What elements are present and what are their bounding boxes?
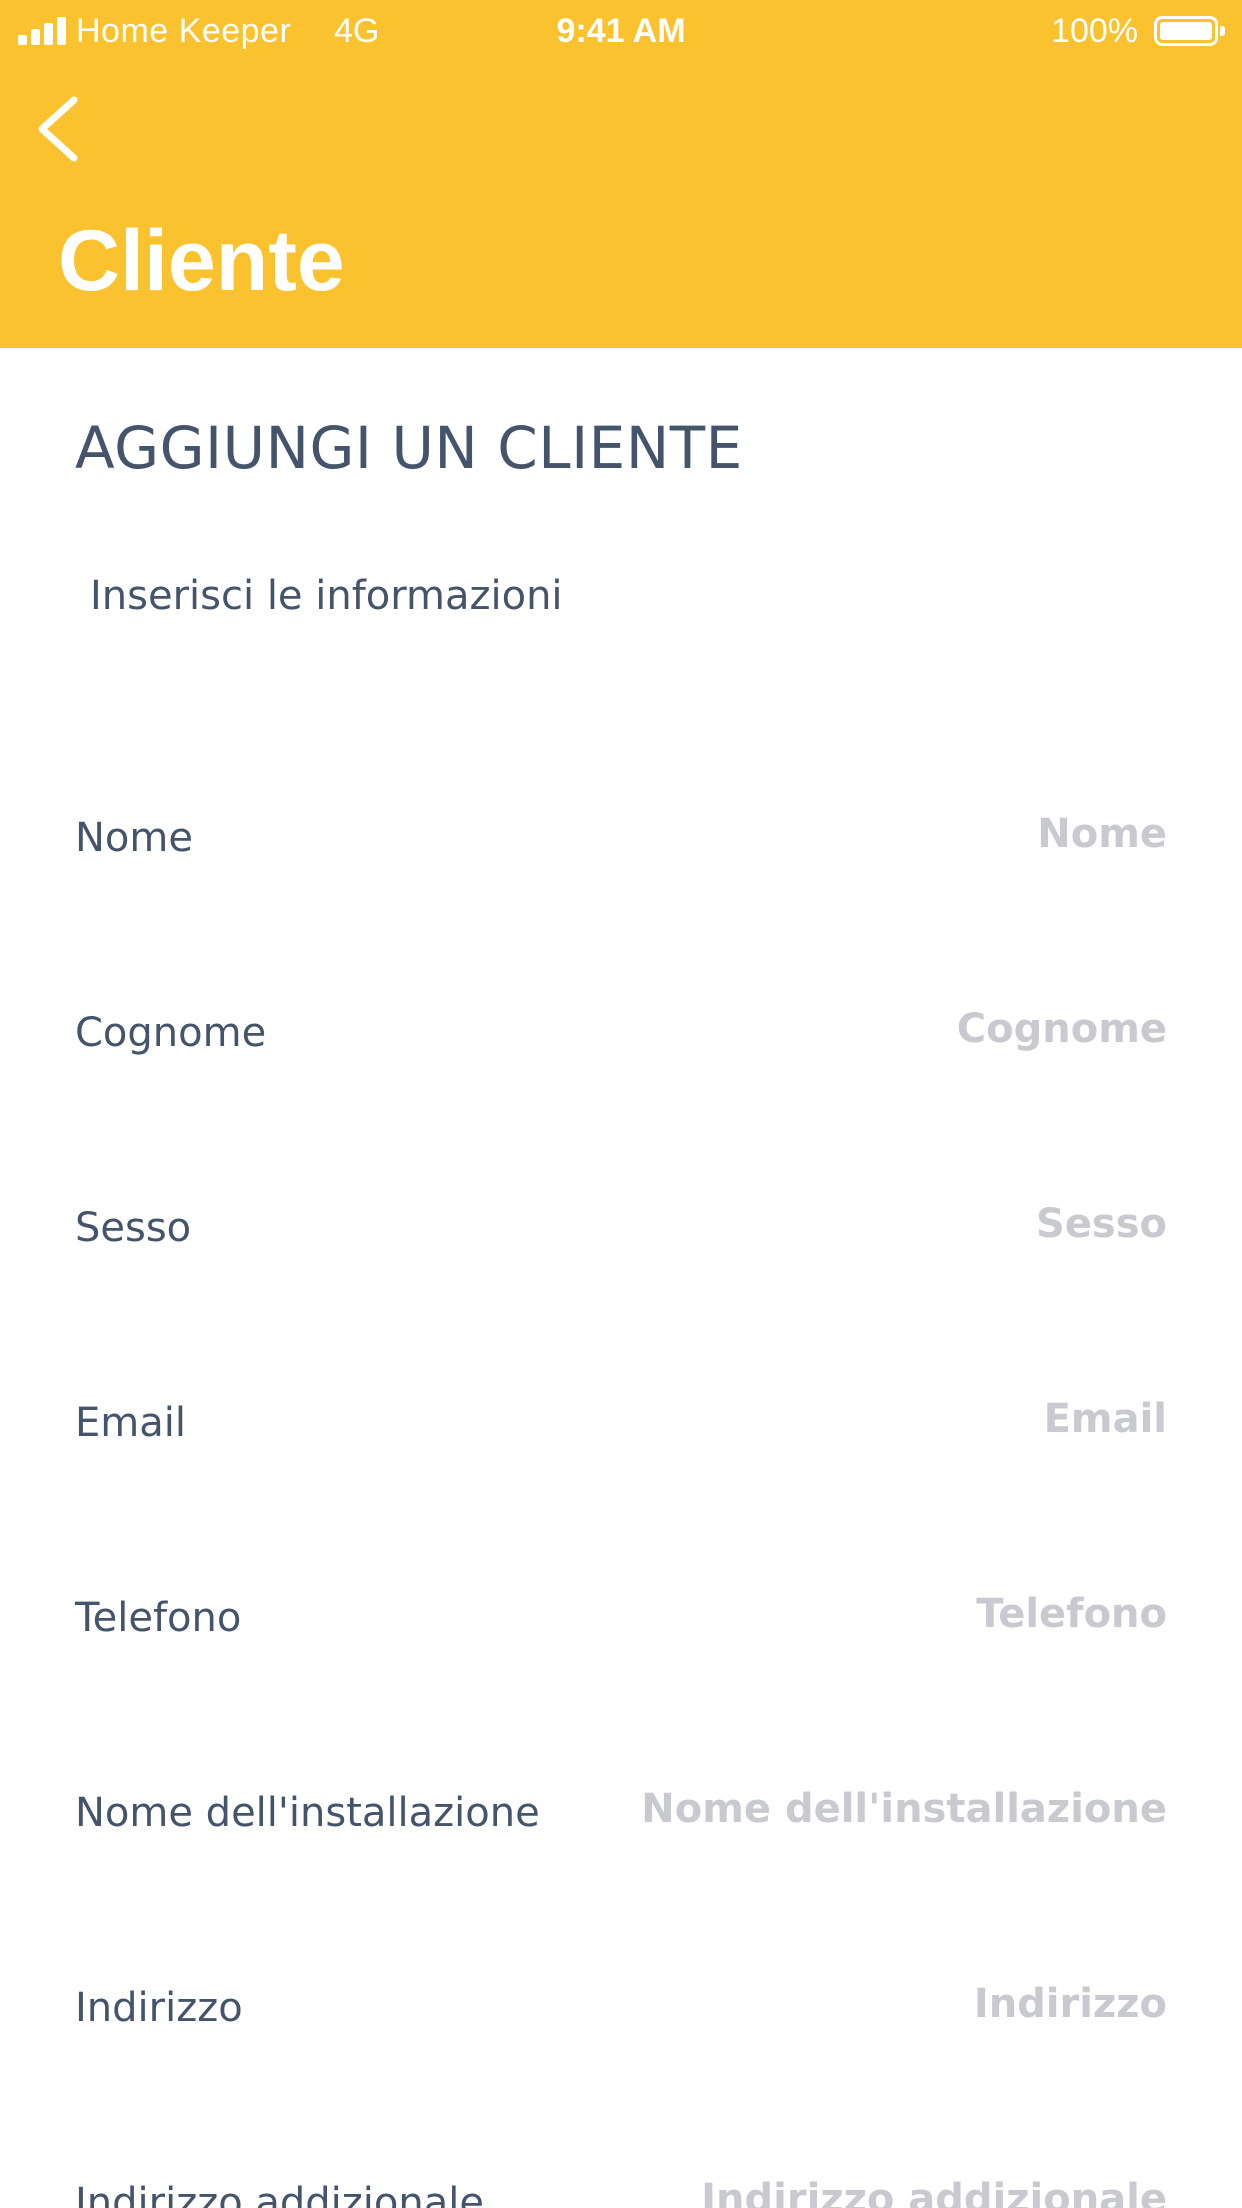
field-label-telefono: Telefono xyxy=(75,1595,242,1641)
page-title: Cliente xyxy=(58,213,345,309)
field-label-cognome: Cognome xyxy=(75,1010,267,1056)
field-label-nome-installazione: Nome dell'installazione xyxy=(75,1790,540,1836)
telefono-input[interactable] xyxy=(607,1584,1167,1644)
cognome-input[interactable] xyxy=(607,999,1167,1059)
battery-icon xyxy=(1154,16,1226,46)
chevron-left-icon xyxy=(38,96,78,162)
sesso-input[interactable] xyxy=(607,1194,1167,1254)
field-row-telefono: Telefono xyxy=(75,1584,1167,1648)
field-label-indirizzo: Indirizzo xyxy=(75,1985,243,2031)
field-row-indirizzo: Indirizzo xyxy=(75,1974,1167,2038)
field-row-nome: Nome xyxy=(75,804,1167,868)
field-label-email: Email xyxy=(75,1400,186,1446)
field-row-email: Email xyxy=(75,1389,1167,1453)
field-label-nome: Nome xyxy=(75,815,193,861)
field-label-indirizzo-addizionale: Indirizzo addizionale xyxy=(75,2180,484,2208)
email-input[interactable] xyxy=(607,1389,1167,1449)
back-button[interactable] xyxy=(24,86,96,172)
header: Home Keeper 4G 9:41 AM 100% Cliente xyxy=(0,0,1242,348)
field-row-cognome: Cognome xyxy=(75,999,1167,1063)
field-row-sesso: Sesso xyxy=(75,1194,1167,1258)
section-title: AGGIUNGI UN CLIENTE xyxy=(75,414,743,482)
nome-input[interactable] xyxy=(607,804,1167,864)
field-row-indirizzo-addizionale: Indirizzo addizionale xyxy=(75,2169,1167,2208)
nome-installazione-input[interactable] xyxy=(607,1779,1167,1839)
battery-percentage: 100% xyxy=(1051,12,1138,50)
field-label-sesso: Sesso xyxy=(75,1205,192,1251)
indirizzo-input[interactable] xyxy=(607,1974,1167,2034)
field-row-nome-installazione: Nome dell'installazione xyxy=(75,1779,1167,1843)
screen: Home Keeper 4G 9:41 AM 100% Cliente AGGI… xyxy=(0,0,1242,2208)
status-bar: Home Keeper 4G 9:41 AM 100% xyxy=(0,0,1242,62)
indirizzo-addizionale-input[interactable] xyxy=(607,2169,1167,2208)
section-subtitle: Inserisci le informazioni xyxy=(90,573,563,619)
